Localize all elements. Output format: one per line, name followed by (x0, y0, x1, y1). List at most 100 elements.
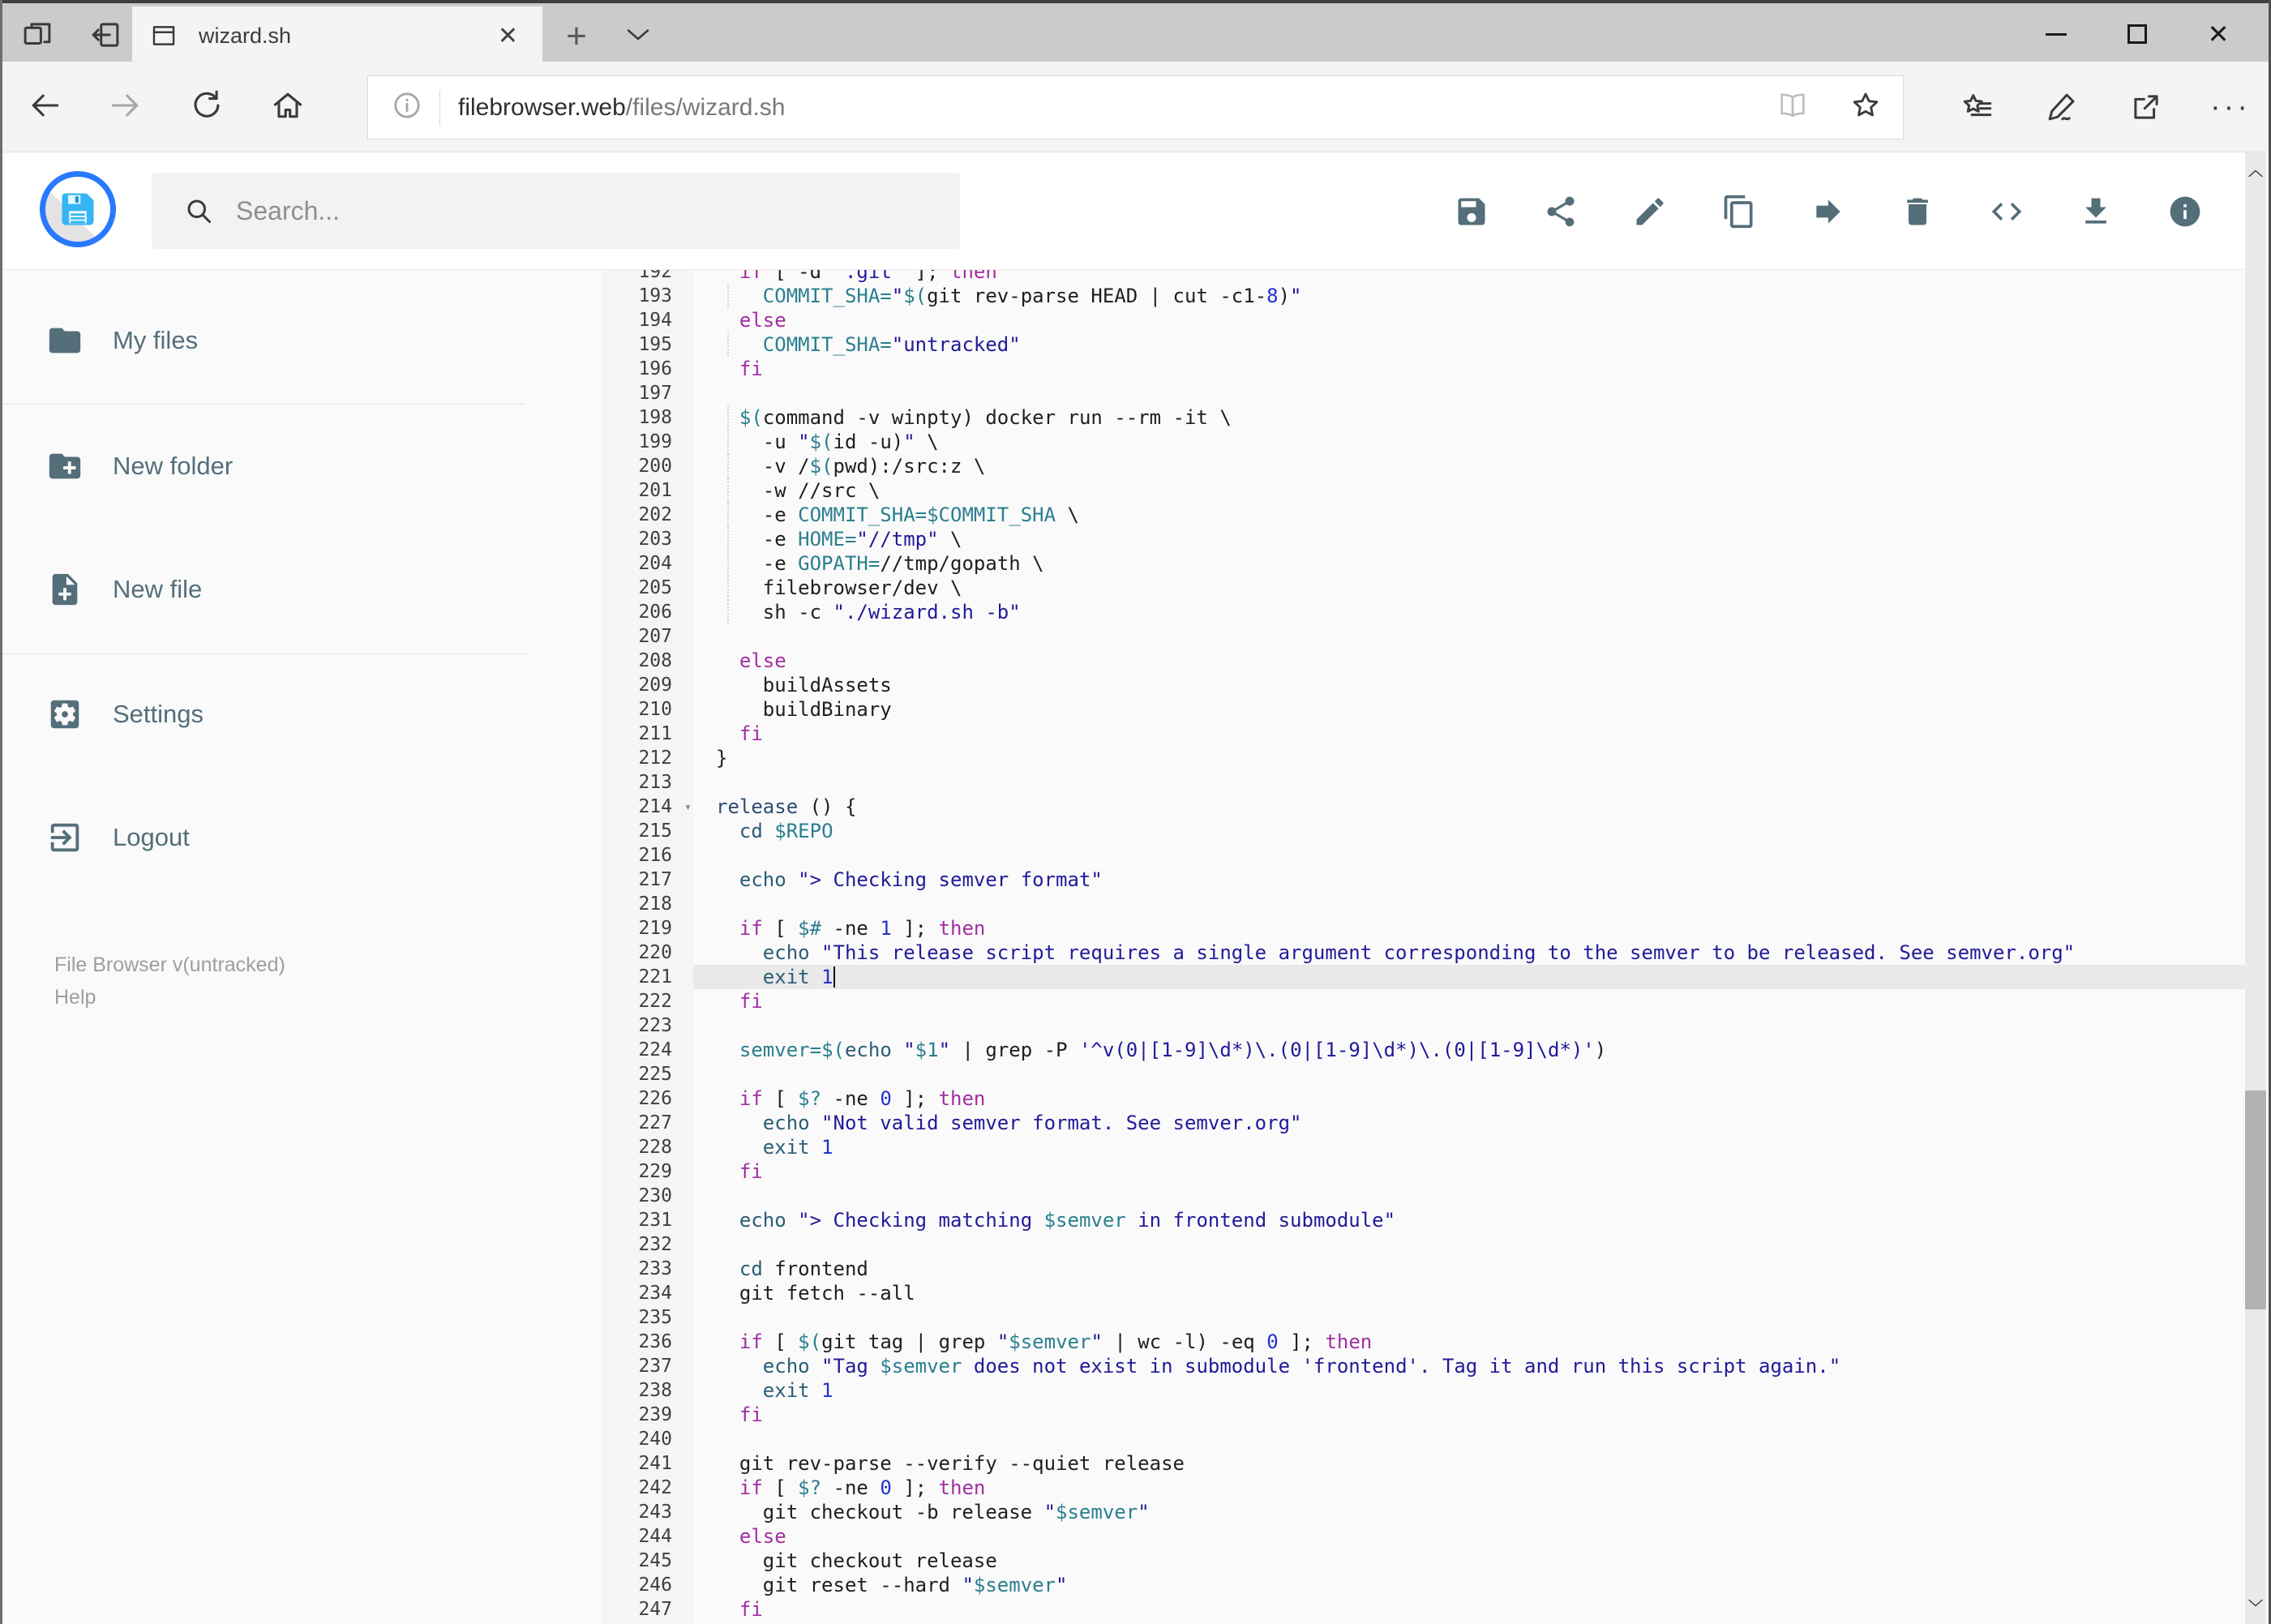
code-line-208[interactable]: 208 else (602, 649, 2245, 673)
code-line-210[interactable]: 210 buildBinary (602, 697, 2245, 722)
sidebar-item-settings[interactable]: Settings (46, 694, 204, 735)
code-line-204[interactable]: 204 -e GOPATH=//tmp/gopath \ (602, 551, 2245, 576)
page-scrollbar[interactable] (2245, 152, 2266, 1624)
code-line-198[interactable]: 198 $(command -v winpty) docker run --rm… (602, 405, 2245, 430)
code-line-224[interactable]: 224 semver=$(echo "$1" | grep -P '^v(0|[… (602, 1038, 2245, 1062)
forward-button[interactable] (108, 88, 144, 127)
new-tab-button[interactable]: + (559, 16, 594, 57)
tab-preview-icon[interactable] (20, 18, 54, 56)
code-line-232[interactable]: 232 (602, 1232, 2245, 1257)
code-view-button[interactable] (1988, 193, 2025, 230)
tab-close-icon[interactable]: ✕ (491, 19, 525, 54)
share-file-button[interactable] (1542, 193, 1579, 230)
code-line-201[interactable]: 201 -w //src \ (602, 478, 2245, 503)
code-line-212[interactable]: 212} (602, 746, 2245, 770)
code-line-194[interactable]: 194 else (602, 308, 2245, 332)
code-line-229[interactable]: 229 fi (602, 1159, 2245, 1184)
code-line-202[interactable]: 202 -e COMMIT_SHA=$COMMIT_SHA \ (602, 503, 2245, 527)
search-bar[interactable] (152, 173, 960, 249)
code-line-215[interactable]: 215 cd $REPO (602, 819, 2245, 843)
home-button[interactable] (270, 88, 306, 127)
code-line-222[interactable]: 222 fi (602, 989, 2245, 1013)
code-line-217[interactable]: 217 echo "> Checking semver format" (602, 868, 2245, 892)
scroll-up-icon[interactable] (2245, 157, 2266, 190)
code-line-195[interactable]: 195 COMMIT_SHA="untracked" (602, 332, 2245, 357)
code-line-244[interactable]: 244 else (602, 1524, 2245, 1549)
url-text[interactable]: filebrowser.web/files/wizard.sh (458, 94, 1776, 122)
code-line-239[interactable]: 239 fi (602, 1403, 2245, 1427)
code-line-238[interactable]: 238 exit 1 (602, 1378, 2245, 1403)
code-line-223[interactable]: 223 (602, 1013, 2245, 1038)
browser-tab[interactable]: wizard.sh ✕ (132, 6, 542, 65)
window-maximize-button[interactable] (2097, 3, 2178, 65)
code-line-235[interactable]: 235 (602, 1305, 2245, 1330)
code-line-245[interactable]: 245 git checkout release (602, 1549, 2245, 1573)
refresh-button[interactable] (189, 88, 225, 127)
help-link[interactable]: Help (54, 986, 96, 1009)
search-input[interactable] (236, 195, 885, 226)
code-line-233[interactable]: 233 cd frontend (602, 1257, 2245, 1281)
code-line-205[interactable]: 205 filebrowser/dev \ (602, 576, 2245, 600)
code-line-192[interactable]: 192 if [ -d ".git" ]; then (602, 270, 2245, 284)
code-line-211[interactable]: 211 fi (602, 722, 2245, 746)
code-line-236[interactable]: 236 if [ $(git tag | grep "$semver" | wc… (602, 1330, 2245, 1354)
code-line-234[interactable]: 234 git fetch --all (602, 1281, 2245, 1305)
more-menu-icon[interactable]: ··· (2210, 88, 2249, 126)
save-button[interactable] (1453, 193, 1490, 230)
code-line-203[interactable]: 203 -e HOME="//tmp" \ (602, 527, 2245, 551)
code-line-227[interactable]: 227 echo "Not valid semver format. See s… (602, 1111, 2245, 1135)
favorite-star-icon[interactable] (1849, 89, 1882, 126)
filebrowser-logo[interactable] (40, 171, 116, 247)
code-line-193[interactable]: 193 COMMIT_SHA="$(git rev-parse HEAD | c… (602, 284, 2245, 308)
code-line-230[interactable]: 230 (602, 1184, 2245, 1208)
code-line-209[interactable]: 209 buildAssets (602, 673, 2245, 697)
tab-preview-toggle-icon[interactable] (623, 24, 653, 48)
scroll-down-icon[interactable] (2245, 1587, 2266, 1619)
code-line-220[interactable]: 220 echo "This release script requires a… (602, 941, 2245, 965)
edit-button[interactable] (1631, 193, 1669, 230)
code-line-237[interactable]: 237 echo "Tag $semver does not exist in … (602, 1354, 2245, 1378)
set-tabs-aside-icon[interactable] (88, 18, 122, 56)
scrollbar-thumb[interactable] (2245, 1091, 2266, 1309)
code-line-206[interactable]: 206 sh -c "./wizard.sh -b" (602, 600, 2245, 624)
code-line-207[interactable]: 207 (602, 624, 2245, 649)
reading-view-icon[interactable] (1776, 89, 1809, 126)
copy-button[interactable] (1720, 193, 1758, 230)
code-line-199[interactable]: 199 -u "$(id -u)" \ (602, 430, 2245, 454)
code-line-213[interactable]: 213 (602, 770, 2245, 795)
code-line-242[interactable]: 242 if [ $? -ne 0 ]; then (602, 1476, 2245, 1500)
code-line-221[interactable]: 221 exit 1 (602, 965, 2245, 989)
code-editor[interactable]: 192 if [ -d ".git" ]; then 193 COMMIT_SHA… (602, 270, 2245, 1624)
back-button[interactable] (27, 88, 62, 127)
code-line-225[interactable]: 225 (602, 1062, 2245, 1086)
sidebar-item-new-folder[interactable]: New folder (46, 446, 233, 486)
code-line-231[interactable]: 231 echo "> Checking matching $semver in… (602, 1208, 2245, 1232)
code-line-197[interactable]: 197 (602, 381, 2245, 405)
code-line-241[interactable]: 241 git rev-parse --verify --quiet relea… (602, 1451, 2245, 1476)
code-line-243[interactable]: 243 git checkout -b release "$semver" (602, 1500, 2245, 1524)
code-line-218[interactable]: 218 (602, 892, 2245, 916)
download-button[interactable] (2077, 193, 2115, 230)
sidebar-item-new-file[interactable]: New file (46, 569, 202, 610)
code-line-219[interactable]: 219 if [ $# -ne 1 ]; then (602, 916, 2245, 941)
window-close-button[interactable]: ✕ (2178, 3, 2259, 65)
code-line-246[interactable]: 246 git reset --hard "$semver" (602, 1573, 2245, 1597)
code-line-228[interactable]: 228 exit 1 (602, 1135, 2245, 1159)
hub-favorites-icon[interactable] (1959, 88, 1996, 126)
code-line-196[interactable]: 196 fi (602, 357, 2245, 381)
code-line-214[interactable]: 214 ▾ release () { (602, 795, 2245, 819)
move-button[interactable] (1810, 193, 1847, 230)
info-button[interactable] (2166, 193, 2204, 230)
code-line-200[interactable]: 200 -v /$(pwd):/src:z \ (602, 454, 2245, 478)
window-minimize-button[interactable] (2016, 3, 2097, 65)
share-icon[interactable] (2127, 88, 2165, 126)
site-info-icon[interactable] (391, 89, 423, 126)
code-line-240[interactable]: 240 (602, 1427, 2245, 1451)
sidebar-item-logout[interactable]: Logout (46, 817, 190, 858)
delete-button[interactable] (1899, 193, 1936, 230)
code-line-247[interactable]: 247 fi (602, 1597, 2245, 1622)
sidebar-item-my-files[interactable]: My files (46, 320, 198, 361)
url-bar[interactable]: filebrowser.web/files/wizard.sh (367, 75, 1904, 139)
annotate-pen-icon[interactable] (2043, 88, 2080, 126)
code-line-216[interactable]: 216 (602, 843, 2245, 868)
